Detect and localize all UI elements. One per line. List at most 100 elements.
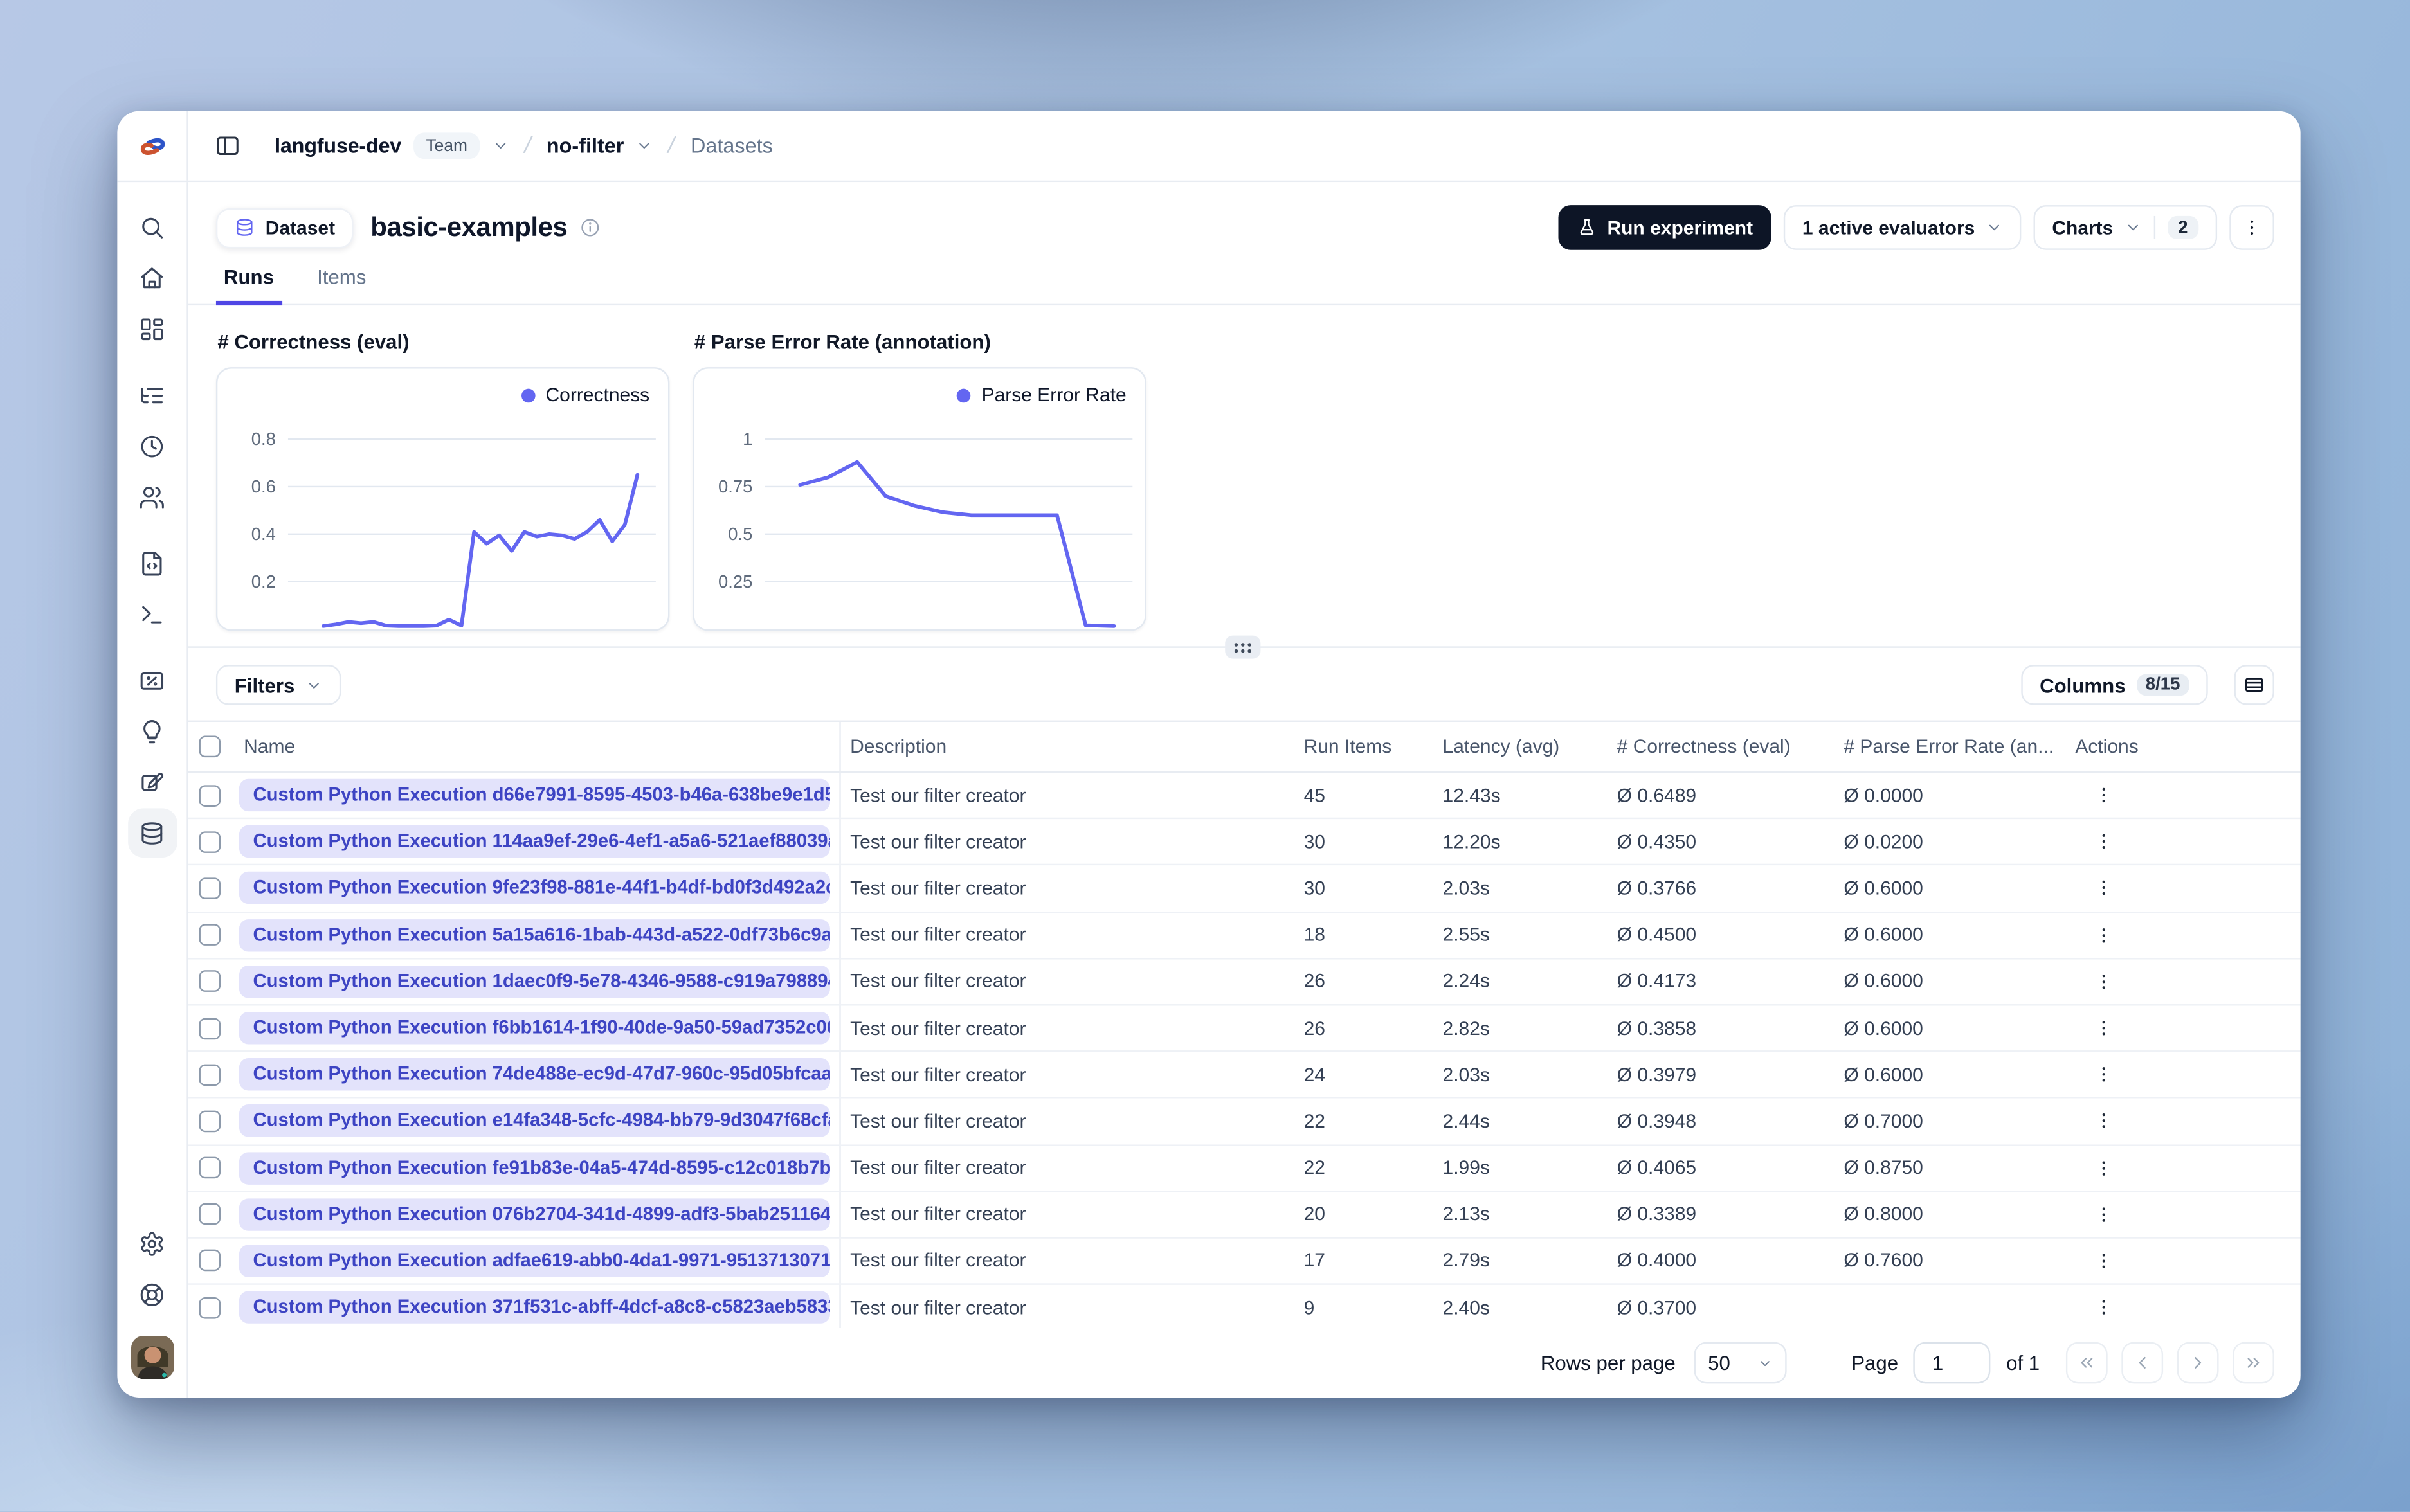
row-actions-kebab[interactable] [2094,786,2114,806]
row-checkbox[interactable] [199,1110,221,1133]
column-header-name[interactable]: Name [244,736,295,758]
active-evaluators-button[interactable]: 1 active evaluators [1784,205,2022,250]
tab-items[interactable]: Items [309,266,374,304]
tab-runs[interactable]: Runs [215,266,282,306]
table-row[interactable]: Custom Python Execution 076b2704-341d-48… [188,1192,2301,1239]
last-page-button[interactable] [2233,1342,2274,1384]
sidebar-item-lightbulb[interactable] [127,706,177,757]
sidebar-item-support[interactable] [127,1270,177,1320]
dashboards-icon [139,316,165,343]
table-row[interactable]: Custom Python Execution e14fa348-5cfc-49… [188,1099,2301,1146]
run-name-link[interactable]: Custom Python Execution 076b2704-341d-48… [239,1198,830,1231]
sidebar-item-tracing[interactable] [127,370,177,421]
row-checkbox[interactable] [199,878,221,899]
row-actions-kebab[interactable] [2094,1297,2114,1317]
sidebar-item-sessions[interactable] [127,421,177,472]
table-row[interactable]: Custom Python Execution fe91b83e-04a5-47… [188,1145,2301,1192]
sidebar-item-prompts[interactable] [127,538,177,589]
run-name-link[interactable]: Custom Python Execution e14fa348-5cfc-49… [239,1105,830,1138]
chevron-down-icon[interactable] [637,138,653,154]
table-row[interactable]: Custom Python Execution f6bb1614-1f90-40… [188,1005,2301,1052]
run-name-link[interactable]: Custom Python Execution fe91b83e-04a5-47… [239,1151,830,1184]
row-checkbox[interactable] [199,1297,221,1318]
charts-button[interactable]: Charts 2 [2033,205,2218,250]
sidebar-item-evaluation[interactable] [127,656,177,706]
row-checkbox[interactable] [199,1203,221,1225]
prev-page-button[interactable] [2121,1342,2164,1384]
run-name-link[interactable]: Custom Python Execution 74de488e-ec9d-47… [239,1058,830,1091]
row-actions-kebab[interactable] [2094,1018,2114,1038]
column-header-parse-error[interactable]: # Parse Error Rate (an... [1844,736,2064,758]
page-input[interactable] [1914,1342,1991,1384]
resize-handle[interactable] [1225,635,1261,659]
info-icon[interactable] [580,217,600,237]
parse-error-value: Ø 0.6000 [1844,971,1923,993]
row-checkbox[interactable] [199,1250,221,1272]
rows-per-page-label: Rows per page [1540,1351,1676,1374]
run-name-link[interactable]: Custom Python Execution f6bb1614-1f90-40… [239,1012,830,1045]
sidebar-item-annotation[interactable] [127,757,177,808]
filters-button[interactable]: Filters [215,665,341,705]
sidebar-item-search[interactable] [127,202,177,253]
chevron-down-icon[interactable] [492,138,509,154]
run-name-link[interactable]: Custom Python Execution 9fe23f98-881e-44… [239,872,830,905]
row-actions-kebab[interactable] [2094,1251,2114,1271]
run-experiment-button[interactable]: Run experiment [1557,205,1771,250]
table-row[interactable]: Custom Python Execution adfae619-abb0-4d… [188,1238,2301,1285]
row-actions-kebab[interactable] [2094,832,2114,852]
row-checkbox[interactable] [199,1156,221,1179]
row-checkbox[interactable] [199,1063,221,1086]
run-name-link[interactable]: Custom Python Execution 371f531c-abff-4d… [239,1291,830,1324]
run-name-link[interactable]: Custom Python Execution adfae619-abb0-4d… [239,1245,830,1277]
breadcrumb-environment[interactable]: no-filter [547,134,624,158]
row-checkbox[interactable] [199,1017,221,1040]
sidebar-item-playground[interactable] [127,590,177,640]
sidebar-item-dashboards[interactable] [127,304,177,355]
row-actions-kebab[interactable] [2094,1112,2114,1131]
table-row[interactable]: Custom Python Execution 114aa9ef-29e6-4e… [188,819,2301,867]
next-page-button[interactable] [2177,1342,2219,1384]
sidebar-item-settings[interactable] [127,1219,177,1270]
row-actions-kebab[interactable] [2094,878,2114,898]
row-actions-kebab[interactable] [2094,925,2114,945]
chevron-down-icon [305,676,322,693]
run-name-link[interactable]: Custom Python Execution 114aa9ef-29e6-4e… [239,825,830,858]
row-actions-kebab[interactable] [2094,971,2114,991]
run-name-link[interactable]: Custom Python Execution d66e7991-8595-45… [239,779,830,812]
sidebar-toggle-icon[interactable] [215,132,241,159]
row-checkbox[interactable] [199,831,221,853]
row-actions-kebab[interactable] [2094,1204,2114,1224]
langfuse-logo[interactable] [117,111,188,181]
first-page-button[interactable] [2065,1342,2108,1384]
more-actions-button[interactable] [2229,205,2274,250]
table-row[interactable]: Custom Python Execution 5a15a616-1bab-44… [188,912,2301,959]
columns-button[interactable]: Columns 8/15 [2021,665,2208,705]
column-header-latency[interactable]: Latency (avg) [1443,736,1617,758]
row-checkbox[interactable] [199,924,221,946]
sidebar-item-datasets[interactable] [127,808,177,858]
column-header-run-items[interactable]: Run Items [1304,736,1443,758]
run-name-link[interactable]: Custom Python Execution 5a15a616-1bab-44… [239,919,830,951]
row-checkbox[interactable] [199,971,221,993]
table-row[interactable]: Custom Python Execution 1daec0f9-5e78-43… [188,959,2301,1006]
table-row[interactable]: Custom Python Execution 371f531c-abff-4d… [188,1284,2301,1328]
table-row[interactable]: Custom Python Execution d66e7991-8595-45… [188,773,2301,820]
select-all-checkbox[interactable] [199,735,221,758]
sidebar-item-home[interactable] [127,253,177,304]
rows-per-page-select[interactable]: 50 [1694,1342,1787,1384]
breadcrumb-section[interactable]: Datasets [691,134,773,158]
table-row[interactable]: Custom Python Execution 9fe23f98-881e-44… [188,866,2301,913]
column-header-description[interactable]: Description [841,736,1304,758]
run-name-link[interactable]: Custom Python Execution 1daec0f9-5e78-43… [239,965,830,998]
sidebar-item-users[interactable] [127,472,177,523]
breadcrumb-separator: / [666,132,678,159]
row-checkbox[interactable] [199,784,221,806]
row-actions-kebab[interactable] [2094,1065,2114,1084]
breadcrumb-project[interactable]: langfuse-dev [275,134,401,158]
run-items-value: 26 [1303,1017,1325,1040]
column-header-correctness[interactable]: # Correctness (eval) [1617,736,1844,758]
user-avatar[interactable] [130,1335,174,1380]
table-row[interactable]: Custom Python Execution 74de488e-ec9d-47… [188,1052,2301,1099]
row-actions-kebab[interactable] [2094,1158,2114,1178]
row-height-button[interactable] [2234,665,2274,705]
